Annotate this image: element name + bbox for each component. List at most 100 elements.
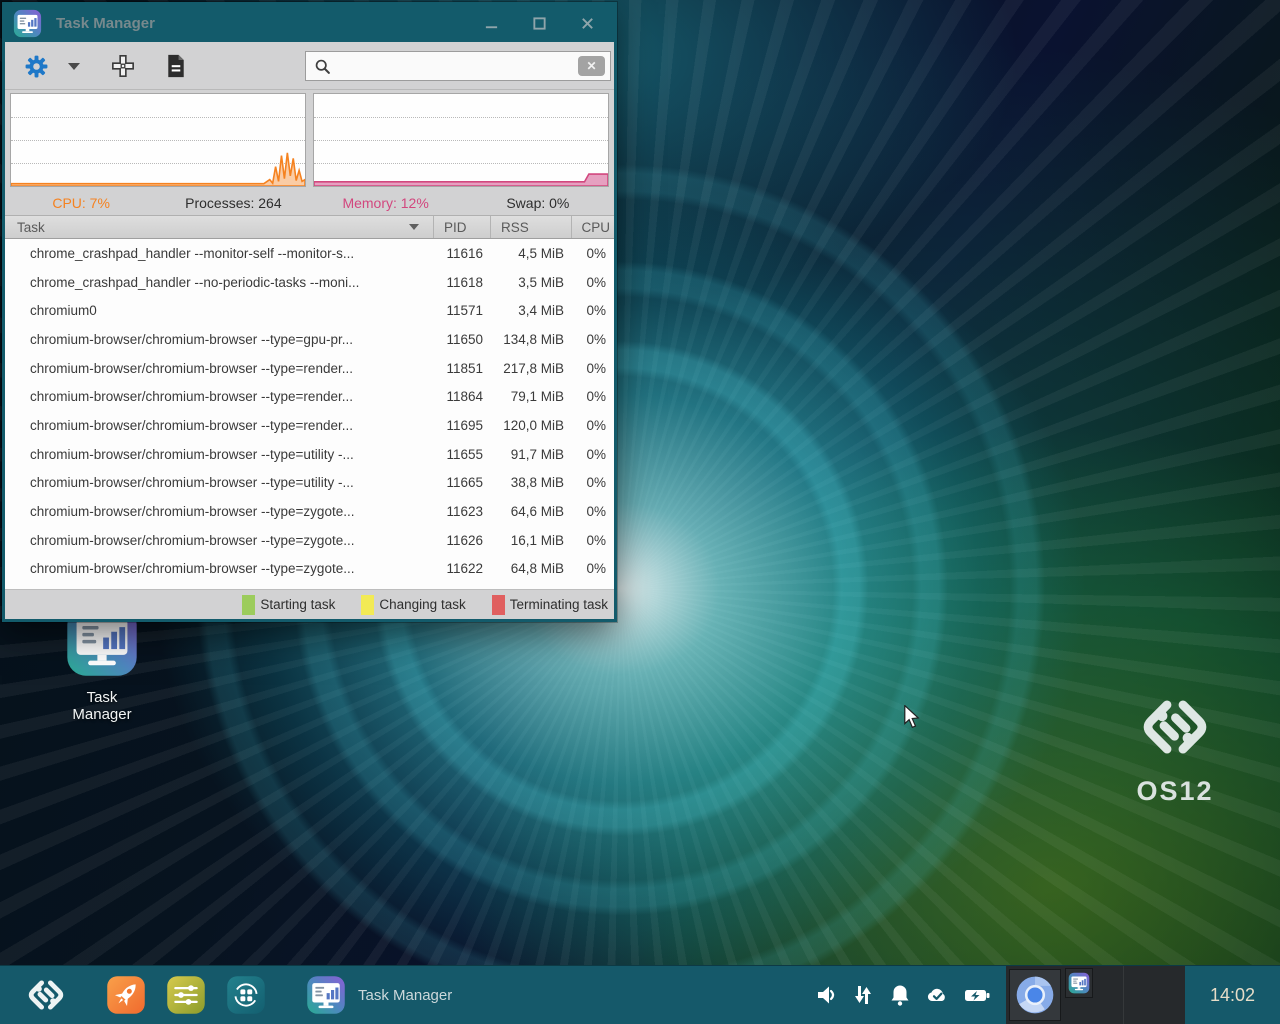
cpu-cell: 0%	[571, 275, 614, 290]
settings-button[interactable]	[19, 51, 53, 81]
battery-charging-icon[interactable]	[962, 983, 992, 1007]
pid-cell: 11626	[433, 533, 490, 548]
table-row[interactable]: chromium-browser/chromium-browser --type…	[5, 497, 614, 526]
rocket-icon	[106, 975, 146, 1015]
pid-cell: 11622	[433, 561, 490, 576]
legend-item: Terminating task	[492, 595, 608, 615]
clear-search-button[interactable]: ✕	[578, 56, 605, 76]
report-button[interactable]	[159, 51, 193, 81]
cpu-cell: 0%	[571, 561, 614, 576]
table-row[interactable]: chromium-browser/chromium-browser --type…	[5, 469, 614, 498]
desktop-icon-label: Task Manager	[56, 689, 148, 723]
table-row[interactable]: chromium-browser/chromium-browser --type…	[5, 555, 614, 584]
table-row[interactable]: chromium-browser/chromium-browser --type…	[5, 325, 614, 354]
task-cell: chromium-browser/chromium-browser --type…	[5, 332, 433, 347]
desktop: OS12 Task Manager Task Manager	[0, 0, 1280, 1024]
rss-cell: 217,8 MiB	[490, 361, 571, 376]
network-arrows-icon[interactable]	[851, 983, 875, 1007]
minimize-button[interactable]	[476, 11, 506, 37]
close-button[interactable]	[572, 11, 602, 37]
taskbar-entry-task-manager[interactable]: Task Manager	[306, 975, 452, 1015]
document-icon	[165, 54, 187, 78]
rss-cell: 134,8 MiB	[490, 332, 571, 347]
cpu-graph	[10, 93, 306, 187]
column-header-pid[interactable]: PID	[433, 216, 490, 238]
task-cell: chromium-browser/chromium-browser --type…	[5, 561, 433, 576]
cpu-cell: 0%	[571, 504, 614, 519]
os12-logo-icon	[1135, 687, 1215, 767]
taskbar-clock[interactable]: 14:02	[1185, 985, 1280, 1006]
pid-cell: 11851	[433, 361, 490, 376]
legend-label: Changing task	[379, 597, 465, 612]
rss-cell: 3,4 MiB	[490, 303, 571, 318]
cpu-cell: 0%	[571, 447, 614, 462]
launcher-button[interactable]	[22, 971, 70, 1019]
column-header-cpu[interactable]: CPU	[571, 216, 614, 238]
os12-logo-text: OS12	[1132, 776, 1218, 807]
system-tray	[814, 983, 992, 1007]
column-header-task[interactable]: Task	[5, 216, 433, 238]
settings-dropdown-button[interactable]	[61, 51, 87, 81]
maximize-button[interactable]	[524, 11, 554, 37]
task-manager-icon	[13, 9, 42, 38]
memory-stat: Memory: 12%	[310, 195, 462, 211]
task-manager-icon	[1068, 972, 1090, 994]
task-cell: chromium-browser/chromium-browser --type…	[5, 447, 433, 462]
table-row[interactable]: chromium-browser/chromium-browser --type…	[5, 411, 614, 440]
task-manager-icon	[306, 975, 346, 1015]
table-row[interactable]: chromium0 11571 3,4 MiB 0%	[5, 296, 614, 325]
rss-cell: 64,6 MiB	[490, 504, 571, 519]
rss-cell: 64,8 MiB	[490, 561, 571, 576]
search-input[interactable]	[331, 58, 578, 74]
window-toolbar: ✕	[5, 42, 614, 90]
cpu-cell: 0%	[571, 303, 614, 318]
tray-entry-task-manager[interactable]	[1065, 968, 1093, 998]
rss-cell: 120,0 MiB	[490, 418, 571, 433]
pid-cell: 11695	[433, 418, 490, 433]
cpu-cell: 0%	[571, 389, 614, 404]
legend-swatch	[492, 595, 505, 615]
pid-cell: 11618	[433, 275, 490, 290]
table-row[interactable]: chromium-browser/chromium-browser --type…	[5, 526, 614, 555]
chromium-icon	[1013, 973, 1057, 1017]
tweaks-app-button[interactable]	[166, 975, 206, 1015]
table-row[interactable]: chromium-browser/chromium-browser --type…	[5, 354, 614, 383]
task-manager-window: Task Manager	[2, 2, 617, 622]
chevron-down-icon	[68, 63, 80, 70]
rocket-app-button[interactable]	[106, 975, 146, 1015]
cloud-sync-icon[interactable]	[925, 983, 949, 1007]
sliders-icon	[166, 975, 206, 1015]
column-header-rss[interactable]: RSS	[490, 216, 571, 238]
swap-stat: Swap: 0%	[462, 195, 614, 211]
app-grid-icon	[226, 975, 266, 1015]
task-cell: chrome_crashpad_handler --monitor-self -…	[5, 246, 433, 261]
taskbar-entry-label: Task Manager	[358, 987, 452, 1004]
table-row[interactable]: chrome_crashpad_handler --no-periodic-ta…	[5, 268, 614, 297]
os12-wallpaper-logo: OS12	[1132, 687, 1218, 807]
table-row[interactable]: chromium-browser/chromium-browser --type…	[5, 440, 614, 469]
graphs-row	[5, 90, 614, 190]
cpu-cell: 0%	[571, 475, 614, 490]
pick-process-button[interactable]	[106, 51, 140, 81]
task-cell: chromium-browser/chromium-browser --type…	[5, 475, 433, 490]
notifications-bell-icon[interactable]	[888, 983, 912, 1007]
cpu-stat: CPU: 7%	[5, 195, 157, 211]
pid-cell: 11571	[433, 303, 490, 318]
table-row[interactable]: chromium-browser/chromium-browser --type…	[5, 382, 614, 411]
tray-entry-chromium[interactable]	[1009, 969, 1061, 1021]
legend-label: Terminating task	[510, 597, 608, 612]
table-row[interactable]: chrome_crashpad_handler --monitor-self -…	[5, 239, 614, 268]
app-grid-button[interactable]	[226, 975, 266, 1015]
table-header: Task PID RSS CPU	[5, 215, 614, 239]
pid-cell: 11665	[433, 475, 490, 490]
rss-cell: 38,8 MiB	[490, 475, 571, 490]
pid-cell: 11650	[433, 332, 490, 347]
search-field[interactable]: ✕	[305, 51, 611, 81]
window-titlebar[interactable]: Task Manager	[5, 5, 614, 42]
legend-label: Starting task	[260, 597, 335, 612]
volume-icon[interactable]	[814, 983, 838, 1007]
legend-swatch	[242, 595, 255, 615]
task-table-rows: chrome_crashpad_handler --monitor-self -…	[5, 239, 614, 583]
cpu-cell: 0%	[571, 533, 614, 548]
pid-cell: 11864	[433, 389, 490, 404]
